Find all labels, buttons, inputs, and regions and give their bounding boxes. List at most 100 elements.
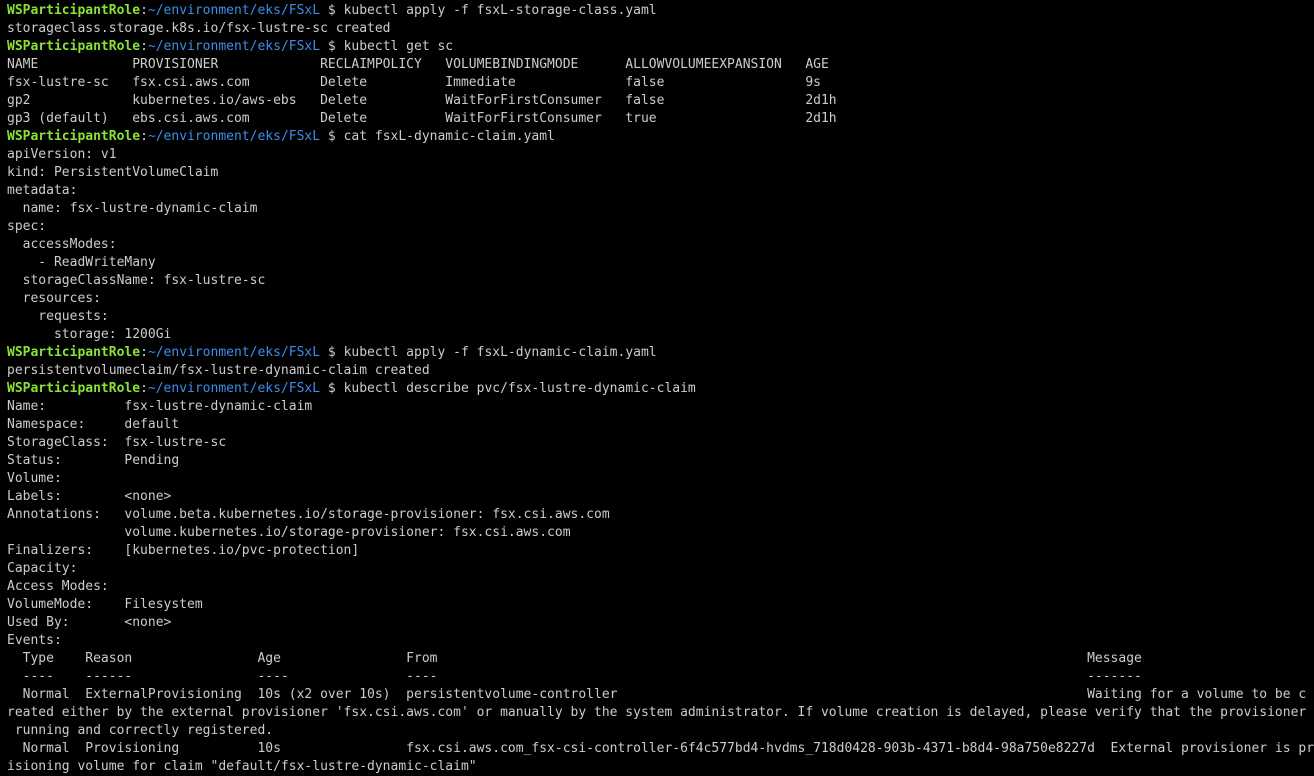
output-text: Events: [7,633,62,648]
output-text: StorageClass: fsx-lustre-sc [7,435,227,450]
prompt-path: ~/environment/eks/FSxL [147,39,321,54]
output-text: reated either by the external provisione… [7,705,1314,720]
output-text: Used By: <none> [7,615,172,630]
output-text: Normal ExternalProvisioning 10s (x2 over… [7,687,1307,702]
prompt-user: WSParticipantRole [7,129,141,144]
prompt-symbol: $ [320,3,344,18]
prompt-line: WSParticipantRole:~/environment/eks/FSxL… [7,38,1314,56]
prompt-line: WSParticipantRole:~/environment/eks/FSxL… [7,2,1314,20]
command-text: cat fsxL-dynamic-claim.yaml [343,129,555,144]
output-text: apiVersion: v1 [7,147,117,162]
command-text: kubectl get sc [343,39,454,54]
output-line: fsx-lustre-sc fsx.csi.aws.com Delete Imm… [7,74,1314,92]
output-line: NAME PROVISIONER RECLAIMPOLICY VOLUMEBIN… [7,56,1314,74]
output-line: volume.kubernetes.io/storage-provisioner… [7,524,1314,542]
output-line: Status: Pending [7,452,1314,470]
output-text: VolumeMode: Filesystem [7,597,203,612]
output-line: Annotations: volume.beta.kubernetes.io/s… [7,506,1314,524]
prompt-path: ~/environment/eks/FSxL [147,3,321,18]
output-line: requests: [7,308,1314,326]
output-line: Finalizers: [kubernetes.io/pvc-protectio… [7,542,1314,560]
prompt-separator: : [140,381,148,396]
terminal-window[interactable]: WSParticipantRole:~/environment/eks/FSxL… [0,2,1314,776]
output-text: Normal Provisioning 10s fsx.csi.aws.com_… [7,741,1314,756]
output-line: gp2 kubernetes.io/aws-ebs Delete WaitFor… [7,92,1314,110]
output-text: storage: 1200Gi [7,327,172,342]
command-text: kubectl apply -f fsxL-storage-class.yaml [343,3,657,18]
prompt-path: ~/environment/eks/FSxL [147,345,321,360]
prompt-user: WSParticipantRole [7,381,141,396]
output-text: Type Reason Age From Message [7,651,1142,666]
output-line: Name: fsx-lustre-dynamic-claim [7,398,1314,416]
prompt-user: WSParticipantRole [7,345,141,360]
output-line: Labels: <none> [7,488,1314,506]
output-line: storageClassName: fsx-lustre-sc [7,272,1314,290]
output-line: Normal ExternalProvisioning 10s (x2 over… [7,686,1314,704]
output-line: Normal Provisioning 10s fsx.csi.aws.com_… [7,740,1314,758]
output-text: ---- ------ ---- ---- ------- [7,669,1142,684]
output-line: reated either by the external provisione… [7,704,1314,722]
output-text: NAME PROVISIONER RECLAIMPOLICY VOLUMEBIN… [7,57,829,72]
prompt-path: ~/environment/eks/FSxL [147,381,321,396]
output-line: VolumeMode: Filesystem [7,596,1314,614]
output-text: Annotations: volume.beta.kubernetes.io/s… [7,507,610,522]
output-line: storageclass.storage.k8s.io/fsx-lustre-s… [7,20,1314,38]
output-line: Volume: [7,470,1314,488]
output-text: Volume: [7,471,62,486]
output-text: storageclass.storage.k8s.io/fsx-lustre-s… [7,21,391,36]
output-text: Name: fsx-lustre-dynamic-claim [7,399,313,414]
prompt-separator: : [140,345,148,360]
output-text: fsx-lustre-sc fsx.csi.aws.com Delete Imm… [7,75,821,90]
output-line: isioning volume for claim "default/fsx-l… [7,758,1314,776]
prompt-line: WSParticipantRole:~/environment/eks/FSxL… [7,380,1314,398]
prompt-path: ~/environment/eks/FSxL [147,129,321,144]
output-line: running and correctly registered. [7,722,1314,740]
prompt-symbol: $ [320,129,344,144]
prompt-separator: : [140,3,148,18]
prompt-user: WSParticipantRole [7,3,141,18]
command-text: kubectl describe pvc/fsx-lustre-dynamic-… [343,381,696,396]
prompt-separator: : [140,129,148,144]
output-text: name: fsx-lustre-dynamic-claim [7,201,258,216]
output-line: apiVersion: v1 [7,146,1314,164]
prompt-symbol: $ [320,39,344,54]
output-line: Namespace: default [7,416,1314,434]
output-text: gp3 (default) ebs.csi.aws.com Delete Wai… [7,111,837,126]
prompt-line: WSParticipantRole:~/environment/eks/FSxL… [7,344,1314,362]
output-text: isioning volume for claim "default/fsx-l… [7,759,477,774]
output-line: Type Reason Age From Message [7,650,1314,668]
output-line: accessModes: [7,236,1314,254]
prompt-line: WSParticipantRole:~/environment/eks/FSxL… [7,128,1314,146]
prompt-user: WSParticipantRole [7,39,141,54]
output-line: StorageClass: fsx-lustre-sc [7,434,1314,452]
output-line: gp3 (default) ebs.csi.aws.com Delete Wai… [7,110,1314,128]
output-text: metadata: [7,183,78,198]
output-text: Status: Pending [7,453,180,468]
output-text: kind: PersistentVolumeClaim [7,165,219,180]
output-text: Labels: <none> [7,489,172,504]
output-line: metadata: [7,182,1314,200]
output-line: Access Modes: [7,578,1314,596]
output-line: Events: [7,632,1314,650]
output-line: kind: PersistentVolumeClaim [7,164,1314,182]
prompt-separator: : [140,39,148,54]
output-text: gp2 kubernetes.io/aws-ebs Delete WaitFor… [7,93,837,108]
output-line: ---- ------ ---- ---- ------- [7,668,1314,686]
prompt-symbol: $ [320,345,344,360]
output-text: - ReadWriteMany [7,255,156,270]
output-line: Capacity: [7,560,1314,578]
output-line: - ReadWriteMany [7,254,1314,272]
output-line: spec: [7,218,1314,236]
output-text: accessModes: [7,237,117,252]
output-line: name: fsx-lustre-dynamic-claim [7,200,1314,218]
output-text: Namespace: default [7,417,180,432]
output-line: Used By: <none> [7,614,1314,632]
output-line: resources: [7,290,1314,308]
output-line: storage: 1200Gi [7,326,1314,344]
output-text: Capacity: [7,561,78,576]
command-text: kubectl apply -f fsxL-dynamic-claim.yaml [343,345,657,360]
output-text: resources: [7,291,101,306]
prompt-symbol: $ [320,381,344,396]
output-text: persistentvolumeclaim/fsx-lustre-dynamic… [7,363,430,378]
output-text: requests: [7,309,109,324]
